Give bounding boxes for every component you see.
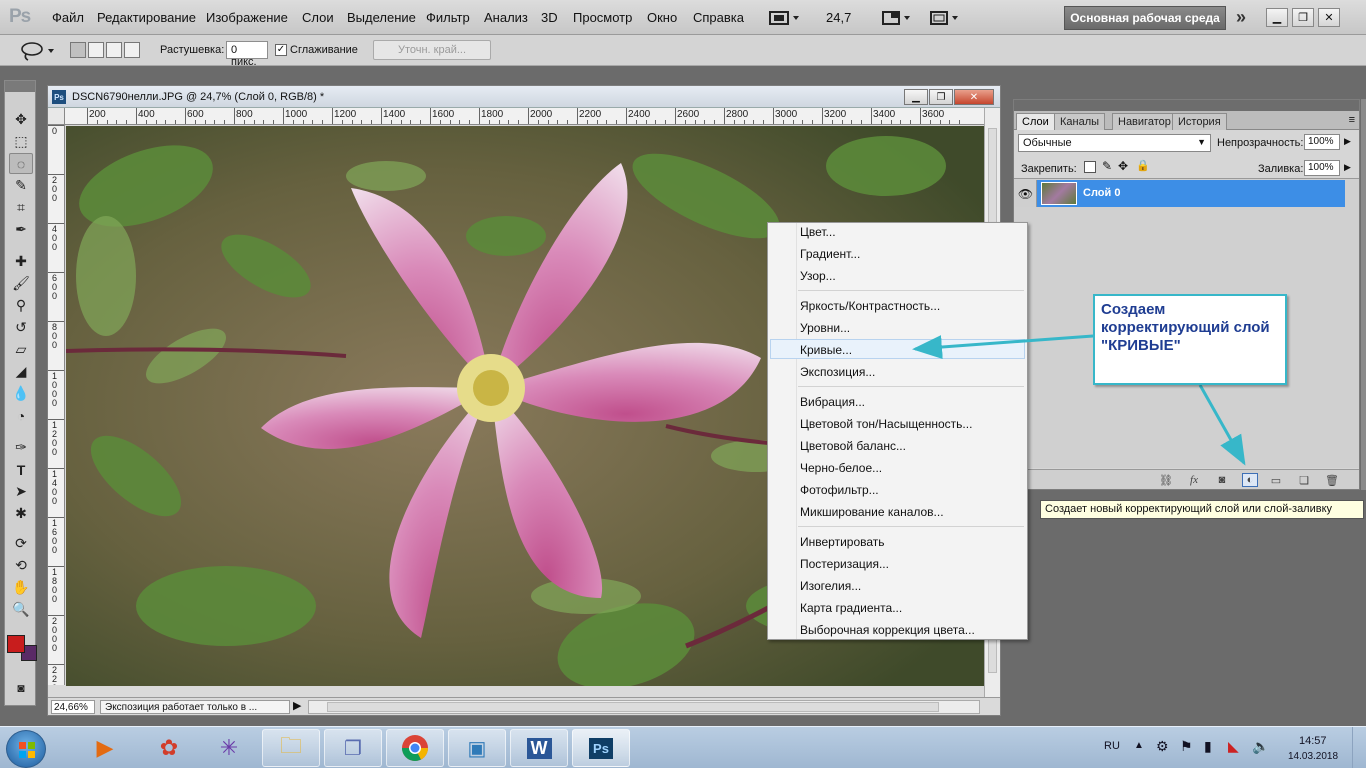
word-icon: W — [526, 737, 552, 759]
language-indicator[interactable]: RU — [1104, 740, 1120, 752]
photo-viewer-icon: ▣ — [467, 737, 487, 760]
taskbar-chrome[interactable] — [386, 729, 444, 767]
callout-line-3: "КРИВЫЕ" — [1101, 337, 1181, 354]
arrow-to-adjustment-button — [1198, 384, 1246, 466]
callout-line-2: корректирующий слой — [1101, 319, 1270, 336]
volume-icon[interactable]: 🔈 — [1252, 738, 1269, 755]
taskbar-photoshop[interactable]: Ps — [572, 729, 630, 767]
taskbar-app-5[interactable]: ❐ — [324, 729, 382, 767]
tray-expand-icon[interactable]: ▲ — [1134, 740, 1144, 751]
taskbar-photo-viewer[interactable]: ▣ — [448, 729, 506, 767]
spider-icon: ✳ — [219, 735, 239, 760]
taskbar-explorer[interactable]: 🗀 — [262, 729, 320, 767]
network-icon[interactable]: ▮ — [1204, 738, 1212, 755]
folder-icon: 🗀 — [279, 733, 302, 758]
picasa-icon: ✿ — [159, 735, 179, 760]
taskbar: ▶ ✿ ✳ 🗀 ❐ ▣ W Ps RU ▲ ⚙ ⚑ ▮ ◣ 🔈 14:57 14… — [0, 726, 1366, 768]
tray-app-icon[interactable]: ⚙ — [1156, 738, 1169, 755]
action-center-icon[interactable]: ⚑ — [1180, 738, 1193, 755]
arrow-to-curves — [912, 334, 1094, 360]
callout-line-1: Создаем — [1101, 301, 1166, 318]
media-player-icon: ▶ — [96, 735, 114, 760]
show-desktop-button[interactable] — [1352, 727, 1366, 768]
photoshop-icon: Ps — [589, 737, 613, 759]
taskbar-app-3[interactable]: ✳ — [200, 729, 258, 767]
taskbar-picasa[interactable]: ✿ — [140, 729, 198, 767]
annotation-callout: Создаем корректирующий слой "КРИВЫЕ" — [1093, 294, 1287, 385]
photoshop-window: Ps Файл Редактирование Изображение Слои … — [0, 0, 1366, 768]
clock-time[interactable]: 14:57 — [1299, 735, 1327, 747]
start-button[interactable] — [6, 730, 46, 768]
chrome-icon — [402, 735, 428, 761]
taskbar-word[interactable]: W — [510, 729, 568, 767]
tray-status-icon[interactable]: ◣ — [1228, 738, 1239, 755]
windows-logo-icon — [19, 742, 35, 758]
clock-date[interactable]: 14.03.2018 — [1288, 751, 1338, 762]
taskbar-media-player[interactable]: ▶ — [76, 729, 134, 767]
tooltip: Создает новый корректирующий слой или сл… — [1040, 500, 1364, 519]
document-app-icon: ❐ — [344, 737, 362, 760]
panel-dock-edge[interactable] — [1361, 99, 1366, 490]
